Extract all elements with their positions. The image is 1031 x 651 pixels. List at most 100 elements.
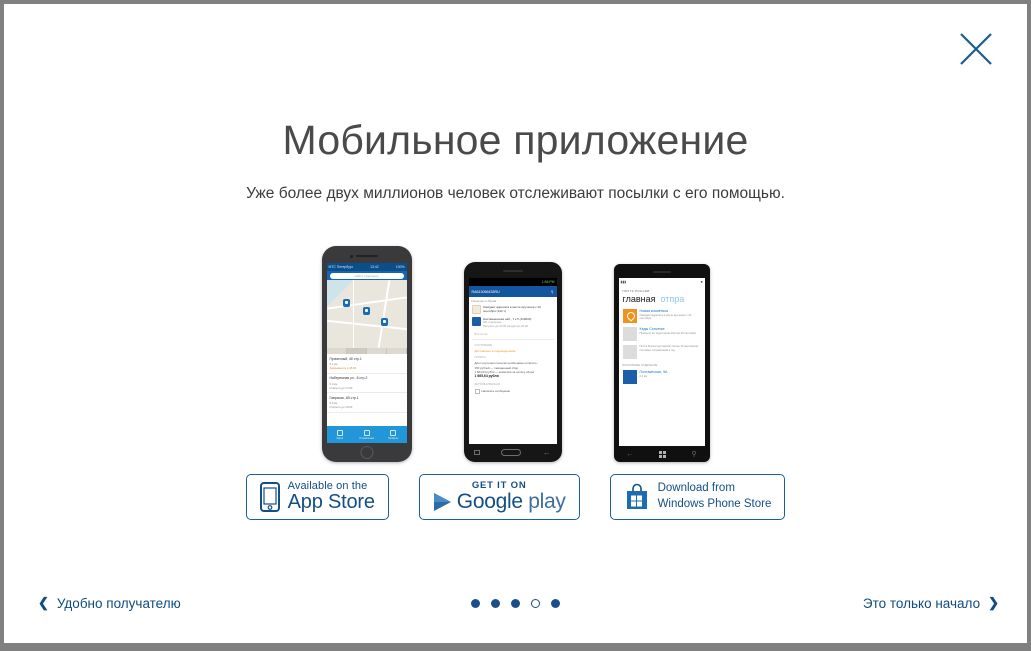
payment-total: 1 665,64 рубля xyxy=(474,374,499,379)
recents-icon[interactable] xyxy=(474,450,481,455)
list-item[interactable]: Гаврская, 4В стр.1 0.6 км Открыто до 19:… xyxy=(326,393,407,413)
status-carrier: МТС Петербург xyxy=(328,265,353,269)
tab-shipments[interactable]: Отправления xyxy=(353,426,380,443)
item-sub: Прибыло на территорию России 25 сентября xyxy=(639,331,696,335)
android-speaker-icon xyxy=(502,270,523,272)
page-subtitle: Уже более двух миллионов человек отслежи… xyxy=(246,185,785,202)
list-item[interactable]: Почта России доставляет более 15 миллион… xyxy=(619,343,705,361)
android-content: Посылка от Браta Ожидает адресата в мест… xyxy=(469,297,557,398)
search-icon[interactable]: ⚲ xyxy=(692,450,697,458)
tab-map[interactable]: Карта xyxy=(327,426,354,443)
map-road xyxy=(377,280,390,348)
write-message-checkbox[interactable]: Написать сообщение xyxy=(472,387,554,396)
office-hours: Открыто до 19:00 xyxy=(329,405,353,409)
pagination-dot-3[interactable] xyxy=(511,599,520,608)
pivot-header[interactable]: главная отпра xyxy=(619,294,705,307)
close-icon[interactable] xyxy=(955,28,997,70)
list-item[interactable]: Новая косметика Ожидает адресата в месте… xyxy=(619,307,705,325)
office-title: Гаврская, 4В стр.1 xyxy=(329,395,359,400)
parcel-icon xyxy=(471,317,481,326)
person-icon xyxy=(390,429,397,436)
windows-bag-icon xyxy=(624,483,650,511)
nearest-office-label: БЛИЖАЙШЕЕ ОТДЕЛЕНИЕ xyxy=(622,364,658,367)
map-pin-icon[interactable] xyxy=(380,318,388,326)
search-input[interactable]: Найти отделение xyxy=(329,272,404,279)
iphone-mockup: МТС Петербург 13:42 100% Найти отделение xyxy=(321,246,412,462)
map-pin-icon[interactable] xyxy=(362,307,370,315)
iphone-screen: МТС Петербург 13:42 100% Найти отделение xyxy=(326,263,407,443)
list-item[interactable]: Наставненская наб., 7 к.5 (119000) 641 о… xyxy=(471,317,554,328)
next-slide-label: Это только начало xyxy=(862,595,981,611)
list-item[interactable]: Кеды Converse Прибыло на территорию Росс… xyxy=(619,325,705,343)
iphone-icon xyxy=(259,482,280,512)
list-item[interactable]: Набережная ул., 8 стр.2 0.3 км Открыто д… xyxy=(326,374,407,393)
tab-label: Отправления xyxy=(359,436,374,440)
status-text: Ожидает адресата в месте вручения с 20 с… xyxy=(483,305,541,314)
play-triangle-icon xyxy=(433,492,452,512)
pivot-active[interactable]: главная xyxy=(623,294,656,304)
badge-line-2: App Store xyxy=(287,491,375,514)
windows-phone-store-badge[interactable]: Download from Windows Phone Store xyxy=(609,474,786,520)
divider xyxy=(471,339,554,341)
map-view[interactable] xyxy=(326,280,407,348)
iphone-home-button xyxy=(360,446,373,459)
office-hours: Открыто до 17:00 xyxy=(329,385,353,390)
office-hours: Закрывается в 18:00 xyxy=(329,366,357,370)
pivot-next[interactable]: отпра xyxy=(660,294,684,304)
tracking-number: RA613066435RU xyxy=(471,289,500,294)
windows-home-icon[interactable] xyxy=(658,450,666,458)
badge-line-1: GET IT ON xyxy=(471,479,527,491)
office-title: Набережная ул., 8 стр.2 xyxy=(329,376,368,380)
envelope-icon xyxy=(471,305,481,314)
badge-line-2: Windows Phone Store xyxy=(657,498,772,510)
iphone-search-bar[interactable]: Найти отделение xyxy=(326,271,407,280)
store-badges: Available on the App Store GET IT ON Goo… xyxy=(4,474,1027,520)
android-screen: 1:56 PM RA613066435RU ⚲ Посылка от Браta… xyxy=(468,278,557,444)
post-office-icon xyxy=(622,370,637,384)
map-icon xyxy=(336,429,343,436)
mobile-app-slide-modal: Мобильное приложение Уже более двух милл… xyxy=(4,4,1027,643)
pagination-dot-1[interactable] xyxy=(471,599,480,608)
iphone-tab-bar[interactable]: Карта Отправления Профиль xyxy=(326,426,407,443)
list-item[interactable]: Прачечный, 4б стр.1 0.1 км Закрывается в… xyxy=(326,354,407,374)
back-icon[interactable]: ← xyxy=(543,448,551,457)
android-app-bar: RA613066435RU ⚲ xyxy=(468,286,557,297)
map-road xyxy=(352,280,355,348)
app-store-badge[interactable]: Available on the App Store xyxy=(245,474,389,520)
section-title: Посылка от Браta xyxy=(471,299,497,303)
pagination-dot-2[interactable] xyxy=(491,599,500,608)
info-tile-icon xyxy=(622,345,637,359)
office-title: Почтамтская, 9А xyxy=(639,370,668,374)
back-icon[interactable]: ← xyxy=(626,451,633,458)
status-time: 13:42 xyxy=(370,265,379,269)
checkbox-icon[interactable] xyxy=(474,388,480,394)
checkbox-label: Написать сообщение xyxy=(481,389,511,394)
item-sub: Почта России доставляет более 15 миллион… xyxy=(639,345,699,352)
winphone-screen: ▮▮▮ ■ ПОЧТА РОССИИ главная отпра Новая к… xyxy=(618,278,705,446)
nearest-office-item[interactable]: Почтамтская, 9А 0.1 км xyxy=(619,368,705,386)
tab-label: Карта xyxy=(336,436,344,440)
winphone-speaker-icon xyxy=(652,271,671,273)
next-slide-link[interactable]: Это только начало ❯ xyxy=(863,595,999,611)
windows-phone-mockup: ▮▮▮ ■ ПОЧТА РОССИИ главная отпра Новая к… xyxy=(613,264,710,462)
map-pin-icon[interactable] xyxy=(342,299,350,307)
google-play-badge[interactable]: GET IT ON Google play xyxy=(418,474,580,520)
pagination-dot-4-active[interactable] xyxy=(531,599,540,608)
tab-profile[interactable]: Профиль xyxy=(380,426,407,443)
signal-icon: ▮▮▮ xyxy=(620,280,627,284)
battery-icon: ■ xyxy=(700,280,703,284)
winphone-nav-bar[interactable]: ← ⚲ xyxy=(614,447,710,461)
badge-line-2b: play xyxy=(522,490,566,514)
search-icon[interactable]: ⚲ xyxy=(551,290,554,294)
iphone-camera-icon xyxy=(349,254,353,258)
cosmetics-tile-icon xyxy=(622,309,637,323)
office-title: Прачечный, 4б стр.1 xyxy=(329,356,362,361)
home-icon[interactable] xyxy=(501,449,522,456)
parcel-icon xyxy=(363,429,370,436)
pagination-dot-5[interactable] xyxy=(551,599,560,608)
iphone-speaker-icon xyxy=(355,255,378,257)
list-item[interactable]: Ожидает адресата в месте вручения с 20 с… xyxy=(471,305,554,314)
android-nav-bar[interactable]: ← xyxy=(464,445,562,460)
device-mockups: МТС Петербург 13:42 100% Найти отделение xyxy=(4,240,1027,462)
more-link[interactable]: Вся почта xyxy=(472,331,554,337)
